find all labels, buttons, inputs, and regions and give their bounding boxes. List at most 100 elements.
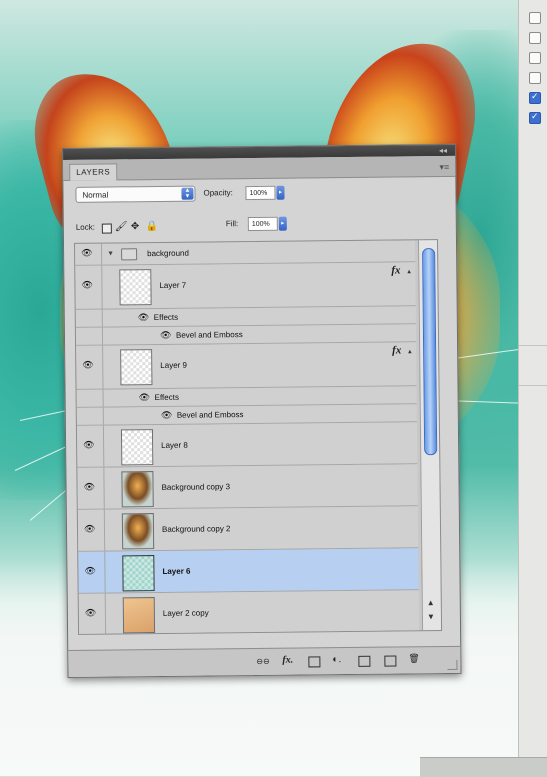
fx-badge[interactable]: fx: [392, 344, 401, 356]
layer-name: background: [147, 248, 189, 259]
visibility-toggle[interactable]: 👁: [75, 265, 103, 309]
visibility-toggle[interactable]: 👁: [76, 345, 104, 389]
brush-icon[interactable]: 🖌: [115, 221, 128, 232]
opacity-label: Opacity:: [203, 188, 233, 198]
visibility-toggle[interactable]: 👁: [77, 467, 105, 509]
fill-stepper[interactable]: ▸: [278, 216, 287, 231]
tab-layers[interactable]: LAYERS: [69, 163, 118, 181]
layer-row[interactable]: 👁 Background copy 3: [77, 464, 418, 510]
eye-icon[interactable]: 👁: [83, 440, 95, 451]
layer-name: Layer 7: [159, 280, 187, 290]
panel-menu-icon[interactable]: ▾≡: [439, 162, 449, 173]
layer-thumbnail: [121, 471, 154, 508]
adjustment-layer-icon[interactable]: ◐.: [332, 654, 341, 665]
effects-label: Effects: [153, 312, 179, 323]
layers-panel: ◂◂ LAYERS ▾≡ Normal ▲ ▼ Opacity: 100% ▸ L…: [62, 143, 462, 678]
layer-thumbnail: [119, 269, 152, 306]
layer-thumbnail: [122, 597, 156, 634]
chevron-up-icon[interactable]: ▴: [407, 267, 411, 275]
checkbox-checked[interactable]: [529, 91, 541, 104]
eye-icon[interactable]: 👁: [82, 360, 94, 371]
collapse-icon[interactable]: ◂◂: [439, 146, 447, 155]
checkbox[interactable]: [529, 32, 541, 44]
eye-icon[interactable]: 👁: [84, 566, 96, 577]
chevron-up-icon[interactable]: ▴: [408, 347, 412, 355]
eye-icon[interactable]: 👁: [139, 392, 151, 403]
effects-label: Effects: [154, 392, 179, 403]
eye-icon[interactable]: 👁: [138, 312, 150, 323]
panel-tab-row: LAYERS ▾≡: [63, 155, 456, 181]
layer-name: Background copy 2: [161, 524, 231, 534]
opacity-input[interactable]: 100%: [245, 185, 276, 201]
layer-row[interactable]: 👁 Layer 8: [76, 422, 418, 468]
eye-icon[interactable]: 👁: [85, 608, 97, 619]
twirl-down-icon[interactable]: ▼: [107, 250, 114, 257]
move-icon[interactable]: ✥: [131, 221, 140, 232]
fx-badge[interactable]: fx: [391, 264, 400, 276]
visibility-toggle[interactable]: 👁: [77, 509, 106, 551]
effect-name: Bevel and Emboss: [175, 330, 243, 340]
link-layers-icon[interactable]: ⊖⊖: [256, 657, 269, 666]
effect-name: Bevel and Emboss: [176, 410, 244, 420]
layer-row[interactable]: 👁 Layer 7 fx ▴: [75, 262, 416, 310]
scrollbar-thumb[interactable]: [422, 248, 438, 456]
layer-name: Layer 2 copy: [162, 608, 209, 618]
checkbox[interactable]: [529, 72, 541, 84]
layer-thumbnail: [121, 513, 155, 550]
fill-input[interactable]: 100%: [247, 216, 278, 232]
layer-name: Layer 9: [160, 360, 188, 370]
fill-label: Fill:: [225, 219, 239, 229]
scroll-up-icon[interactable]: ▲: [427, 598, 435, 607]
layers-list[interactable]: 👁 ▼ background 👁 Layer 7 fx ▴ 👁 Effects …: [73, 239, 443, 635]
eye-icon[interactable]: 👁: [81, 280, 93, 291]
eye-icon[interactable]: 👁: [84, 524, 96, 535]
layer-name: Layer 6: [162, 566, 191, 576]
blend-mode-value: Normal: [82, 190, 109, 200]
new-layer-icon[interactable]: [384, 655, 397, 667]
eye-icon[interactable]: 👁: [160, 330, 172, 341]
add-mask-icon[interactable]: [308, 656, 321, 668]
visibility-toggle[interactable]: [76, 407, 104, 425]
layer-thumbnail: [120, 429, 154, 466]
layer-row[interactable]: 👁 Layer 2 copy: [78, 590, 420, 635]
visibility-toggle[interactable]: 👁: [78, 551, 106, 593]
layer-name: Layer 8: [161, 440, 188, 450]
lock-icon[interactable]: 🔒: [146, 221, 159, 232]
visibility-toggle[interactable]: [76, 389, 104, 407]
checkbox-checked[interactable]: [529, 111, 541, 124]
visibility-toggle[interactable]: [75, 309, 103, 327]
checkbox[interactable]: [529, 52, 541, 64]
blend-mode-select[interactable]: Normal ▲ ▼: [75, 185, 196, 203]
layer-thumbnail: [122, 555, 155, 592]
layer-row-selected[interactable]: 👁 Layer 6: [78, 548, 419, 594]
lock-label: Lock:: [75, 222, 96, 232]
visibility-toggle[interactable]: 👁: [78, 593, 107, 635]
divider: [519, 385, 547, 386]
eye-icon[interactable]: 👁: [81, 248, 93, 259]
eye-icon[interactable]: 👁: [161, 410, 173, 421]
opacity-stepper[interactable]: ▸: [276, 185, 285, 200]
lock-row: Lock: 🖌 ✥ 🔒 Fill: 100% ▸: [76, 215, 436, 239]
status-bar: [420, 757, 547, 777]
visibility-toggle[interactable]: 👁: [75, 243, 103, 265]
new-group-icon[interactable]: [358, 655, 371, 667]
eye-icon[interactable]: 👁: [83, 482, 95, 493]
chevron-updown-icon: ▲ ▼: [181, 187, 194, 200]
layers-scrollbar[interactable]: ▲ ▼: [417, 240, 442, 631]
scroll-down-icon[interactable]: ▼: [427, 612, 435, 621]
folder-icon: [121, 248, 138, 261]
layer-row[interactable]: 👁 Background copy 2: [77, 506, 419, 552]
right-app-strip: [518, 0, 547, 776]
trash-icon[interactable]: 🗑: [408, 653, 420, 664]
checkbox[interactable]: [529, 12, 541, 24]
visibility-toggle[interactable]: [75, 327, 104, 345]
panel-footer: ⊖⊖ fx. ◐. 🗑: [68, 645, 461, 677]
layer-row[interactable]: 👁 Layer 9 fx ▴: [76, 342, 417, 390]
visibility-toggle[interactable]: 👁: [76, 425, 105, 467]
resize-handle[interactable]: [447, 659, 458, 670]
lock-transparent-icon[interactable]: [101, 223, 112, 234]
fx-button[interactable]: fx.: [282, 655, 293, 666]
layer-name: Background copy 3: [161, 482, 231, 492]
blend-row: Normal ▲ ▼ Opacity: 100% ▸: [75, 183, 435, 205]
layer-thumbnail: [120, 349, 153, 386]
